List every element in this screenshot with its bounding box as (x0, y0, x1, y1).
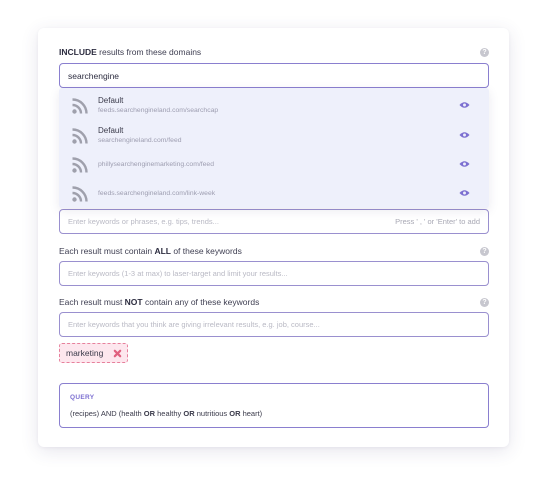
rss-feed-icon (72, 128, 88, 144)
not-keywords-label: Each result must NOT contain any of thes… (59, 297, 259, 307)
any-keywords-input[interactable]: Enter keywords or phrases, e.g. tips, tr… (59, 209, 489, 234)
query-operator: OR (143, 409, 156, 418)
suggestion-url: phillysearchenginemarketing.com/feed (98, 161, 214, 168)
suggestion-url: searchengineland.com/feed (98, 137, 182, 144)
eye-icon[interactable] (459, 189, 470, 197)
eye-icon[interactable] (459, 160, 470, 168)
all-label-post: of these keywords (170, 246, 242, 256)
suggestion-url: feeds.searchengineland.com/searchcap (98, 107, 219, 114)
include-label-bold: INCLUDE (59, 47, 97, 57)
not-keywords-input[interactable]: Enter keywords that you think are giving… (59, 312, 489, 337)
not-label-bold: NOT (124, 297, 143, 307)
query-operator: OR (183, 409, 195, 418)
not-label-post: contain any of these keywords (142, 297, 260, 307)
not-keywords-placeholder: Enter keywords that you think are giving… (68, 320, 320, 329)
rss-feed-icon (72, 98, 88, 114)
rss-feed-icon (72, 157, 88, 173)
eye-icon[interactable] (459, 131, 470, 139)
domain-suggestions-dropdown: Default feeds.searchengineland.com/searc… (59, 88, 489, 208)
help-icon[interactable]: ? (480, 298, 489, 307)
eye-icon[interactable] (459, 101, 470, 109)
query-part: nutritious (194, 409, 230, 418)
include-label-rest: results from these domains (96, 47, 202, 57)
excluded-keyword-tag: marketing (59, 343, 128, 363)
help-icon[interactable]: ? (480, 48, 489, 57)
query-text: (recipes) AND (health OR healthy OR nutr… (70, 409, 262, 418)
close-icon[interactable] (113, 349, 122, 358)
all-label-pre: Each result must contain (59, 246, 155, 256)
query-title: QUERY (70, 394, 95, 401)
query-part: heart) (240, 409, 263, 418)
include-domains-label: INCLUDE results from these domains (59, 47, 201, 57)
query-part: healthy (155, 409, 184, 418)
not-label-pre: Each result must (59, 297, 125, 307)
include-domains-value: searchengine (68, 70, 120, 81)
suggestion-item[interactable]: feeds.searchengineland.com/link-week (59, 181, 489, 210)
suggestion-item[interactable]: Default searchengineland.com/feed (59, 123, 489, 152)
query-preview: QUERY (recipes) AND (health OR healthy O… (59, 383, 489, 428)
all-label-bold: ALL (154, 246, 171, 256)
rss-feed-icon (72, 186, 88, 202)
all-keywords-input[interactable]: Enter keywords (1-3 at max) to laser-tar… (59, 261, 489, 286)
include-domains-input[interactable]: searchengine (59, 63, 489, 88)
all-keywords-placeholder: Enter keywords (1-3 at max) to laser-tar… (68, 269, 288, 278)
excluded-keyword-label: marketing (66, 348, 104, 358)
suggestion-item[interactable]: Default feeds.searchengineland.com/searc… (59, 93, 489, 122)
all-keywords-label: Each result must contain ALL of these ke… (59, 246, 242, 256)
any-keywords-placeholder: Enter keywords or phrases, e.g. tips, tr… (68, 217, 219, 226)
suggestion-name: Default (98, 96, 124, 105)
help-icon[interactable]: ? (480, 247, 489, 256)
suggestion-item[interactable]: phillysearchenginemarketing.com/feed (59, 152, 489, 181)
suggestion-url: feeds.searchengineland.com/link-week (98, 190, 216, 197)
suggestion-name: Default (98, 126, 124, 135)
query-part: (recipes) AND (health (70, 409, 144, 418)
any-keywords-hint: Press ' , ' or 'Enter' to add (395, 217, 480, 226)
query-operator: OR (229, 409, 241, 418)
